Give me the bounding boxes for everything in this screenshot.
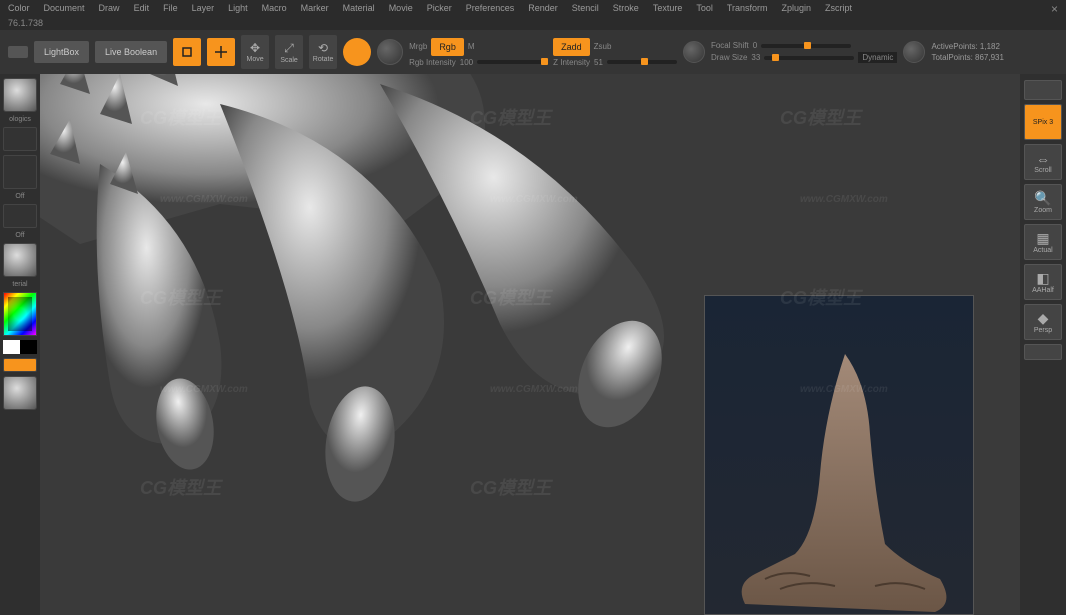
menu-render[interactable]: Render [528, 3, 558, 13]
rotate-button[interactable]: ⟲Rotate [309, 35, 337, 69]
home-button[interactable] [8, 46, 28, 58]
menu-movie[interactable]: Movie [389, 3, 413, 13]
zoom-tool[interactable]: 🔍Zoom [1024, 184, 1062, 220]
menu-zplugin[interactable]: Zplugin [782, 3, 812, 13]
rgb-intensity-value: 100 [460, 58, 473, 67]
menu-preferences[interactable]: Preferences [466, 3, 515, 13]
off2-label: Off [15, 232, 24, 239]
mrgb-label[interactable]: Mrgb [409, 42, 427, 51]
watermark: CG模型王 [780, 104, 861, 130]
menu-stroke[interactable]: Stroke [613, 3, 639, 13]
menu-edit[interactable]: Edit [134, 3, 150, 13]
spix-tool[interactable]: SPix 3 [1024, 104, 1062, 140]
menu-transform[interactable]: Transform [727, 3, 768, 13]
brush-size-icon[interactable] [903, 41, 925, 63]
scale-button[interactable]: ⤢Scale [275, 35, 303, 69]
zadd-button[interactable]: Zadd [553, 38, 590, 56]
off1-label: Off [15, 193, 24, 200]
cursor-icon[interactable] [683, 41, 705, 63]
draw-size-value: 33 [751, 53, 760, 62]
viewport-canvas[interactable]: CG模型王 CG模型王 CG模型王 CG模型王 CG模型王 CG模型王 CG模型… [40, 74, 1020, 615]
rgb-intensity-label: Rgb Intensity [409, 58, 456, 67]
swatch-row [3, 340, 37, 354]
right-sidebar: SPix 3 ⇔Scroll 🔍Zoom ▦Actual ◧AAHalf ◆Pe… [1020, 74, 1066, 615]
draw-size-label: Draw Size [711, 53, 747, 62]
divider-tool[interactable] [1024, 80, 1062, 100]
rgb-intensity-slider[interactable] [477, 60, 547, 64]
menu-color[interactable]: Color [8, 3, 30, 13]
lightbox-button[interactable]: LightBox [34, 41, 89, 63]
swatch-black[interactable] [20, 340, 37, 354]
draw-size-slider[interactable] [764, 56, 854, 60]
material-thumb[interactable] [3, 243, 37, 277]
texture-thumb[interactable] [3, 204, 37, 228]
menu-draw[interactable]: Draw [99, 3, 120, 13]
main-menu: Color Document Draw Edit File Layer Ligh… [0, 0, 1066, 16]
edit-button[interactable] [173, 38, 201, 66]
brush-thumb[interactable] [3, 78, 37, 112]
reference-window[interactable] [704, 295, 974, 615]
actual-tool[interactable]: ▦Actual [1024, 224, 1062, 260]
zsub-label[interactable]: Zsub [594, 42, 612, 51]
watermark-url: www.CGMXW.com [800, 194, 888, 205]
swatch-white[interactable] [3, 340, 20, 354]
stroke-thumb[interactable] [3, 127, 37, 151]
aahalf-tool[interactable]: ◧AAHalf [1024, 264, 1062, 300]
menu-picker[interactable]: Picker [427, 3, 452, 13]
menu-macro[interactable]: Macro [262, 3, 287, 13]
color-picker[interactable] [3, 292, 37, 336]
draw-button[interactable] [207, 38, 235, 66]
rgb-button[interactable]: Rgb [431, 38, 464, 56]
terial-label: terial [12, 281, 27, 288]
menu-marker[interactable]: Marker [301, 3, 329, 13]
close-icon[interactable]: × [1051, 2, 1058, 16]
focal-shift-label: Focal Shift [711, 41, 749, 50]
menu-file[interactable]: File [163, 3, 178, 13]
scroll-tool[interactable]: ⇔Scroll [1024, 144, 1062, 180]
liveboolean-button[interactable]: Live Boolean [95, 41, 167, 63]
toggle-tool[interactable] [1024, 344, 1062, 360]
z-intensity-value: 51 [594, 58, 603, 67]
focal-shift-slider[interactable] [761, 44, 851, 48]
material-sphere-icon[interactable] [377, 39, 403, 65]
menu-stencil[interactable]: Stencil [572, 3, 599, 13]
z-intensity-label: Z Intensity [553, 58, 590, 67]
tool-thumb[interactable] [3, 376, 37, 410]
alpha-thumb[interactable] [3, 155, 37, 189]
menu-tool[interactable]: Tool [696, 3, 713, 13]
reference-foot [725, 354, 955, 614]
menu-layer[interactable]: Layer [192, 3, 215, 13]
move-button[interactable]: ✥Move [241, 35, 269, 69]
left-sidebar: ologics Off Off terial [0, 74, 40, 615]
menu-texture[interactable]: Texture [653, 3, 683, 13]
stats-panel: ActivePoints: 1,182 TotalPoints: 867,931 [931, 42, 1004, 62]
main-toolbar: LightBox Live Boolean ✥Move ⤢Scale ⟲Rota… [0, 30, 1066, 74]
sculpt-mesh [40, 74, 780, 544]
menu-document[interactable]: Document [44, 3, 85, 13]
gradient-toggle[interactable] [3, 358, 37, 372]
m-label[interactable]: M [468, 42, 475, 51]
menu-light[interactable]: Light [228, 3, 248, 13]
version-label: 76.1.738 [0, 16, 1066, 30]
persp-tool[interactable]: ◆Persp [1024, 304, 1062, 340]
menu-zscript[interactable]: Zscript [825, 3, 852, 13]
menu-material[interactable]: Material [343, 3, 375, 13]
focal-shift-value: 0 [753, 41, 757, 50]
z-intensity-slider[interactable] [607, 60, 677, 64]
dynamic-label[interactable]: Dynamic [858, 52, 897, 63]
gizmo-button[interactable] [343, 38, 371, 66]
ologics-label: ologics [9, 116, 31, 123]
